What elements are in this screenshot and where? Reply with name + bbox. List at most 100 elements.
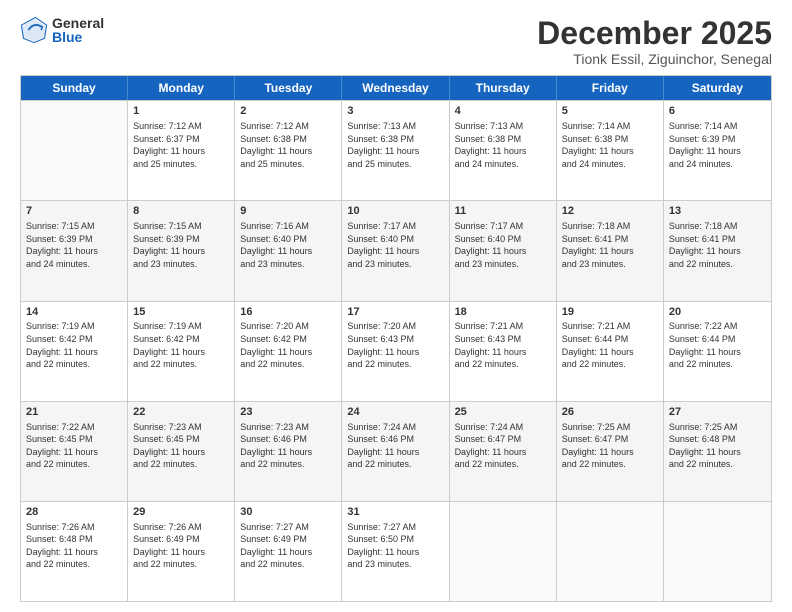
title-block: December 2025 Tionk Essil, Ziguinchor, S… <box>537 16 772 67</box>
day-info: Sunrise: 7:20 AM Sunset: 6:43 PM Dayligh… <box>347 320 443 370</box>
day-number: 12 <box>562 204 658 219</box>
subtitle: Tionk Essil, Ziguinchor, Senegal <box>537 51 772 67</box>
header-day-wednesday: Wednesday <box>342 76 449 100</box>
day-info: Sunrise: 7:17 AM Sunset: 6:40 PM Dayligh… <box>347 220 443 270</box>
main-title: December 2025 <box>537 16 772 51</box>
day-number: 16 <box>240 305 336 320</box>
logo-blue: Blue <box>52 30 104 44</box>
day-cell-16: 16Sunrise: 7:20 AM Sunset: 6:42 PM Dayli… <box>235 302 342 401</box>
day-info: Sunrise: 7:19 AM Sunset: 6:42 PM Dayligh… <box>133 320 229 370</box>
day-cell-27: 27Sunrise: 7:25 AM Sunset: 6:48 PM Dayli… <box>664 402 771 501</box>
day-info: Sunrise: 7:18 AM Sunset: 6:41 PM Dayligh… <box>562 220 658 270</box>
day-cell-3: 3Sunrise: 7:13 AM Sunset: 6:38 PM Daylig… <box>342 101 449 200</box>
calendar-row: 7Sunrise: 7:15 AM Sunset: 6:39 PM Daylig… <box>21 200 771 300</box>
day-number: 21 <box>26 405 122 420</box>
day-info: Sunrise: 7:13 AM Sunset: 6:38 PM Dayligh… <box>347 120 443 170</box>
day-number: 1 <box>133 104 229 119</box>
day-number: 18 <box>455 305 551 320</box>
day-info: Sunrise: 7:24 AM Sunset: 6:46 PM Dayligh… <box>347 421 443 471</box>
day-cell-12: 12Sunrise: 7:18 AM Sunset: 6:41 PM Dayli… <box>557 201 664 300</box>
empty-cell <box>21 101 128 200</box>
day-number: 15 <box>133 305 229 320</box>
day-cell-13: 13Sunrise: 7:18 AM Sunset: 6:41 PM Dayli… <box>664 201 771 300</box>
day-info: Sunrise: 7:21 AM Sunset: 6:44 PM Dayligh… <box>562 320 658 370</box>
day-info: Sunrise: 7:19 AM Sunset: 6:42 PM Dayligh… <box>26 320 122 370</box>
day-cell-20: 20Sunrise: 7:22 AM Sunset: 6:44 PM Dayli… <box>664 302 771 401</box>
day-number: 24 <box>347 405 443 420</box>
day-cell-10: 10Sunrise: 7:17 AM Sunset: 6:40 PM Dayli… <box>342 201 449 300</box>
header-day-sunday: Sunday <box>21 76 128 100</box>
calendar-row: 1Sunrise: 7:12 AM Sunset: 6:37 PM Daylig… <box>21 100 771 200</box>
header: General Blue December 2025 Tionk Essil, … <box>20 16 772 67</box>
day-number: 25 <box>455 405 551 420</box>
day-number: 22 <box>133 405 229 420</box>
day-number: 9 <box>240 204 336 219</box>
day-cell-22: 22Sunrise: 7:23 AM Sunset: 6:45 PM Dayli… <box>128 402 235 501</box>
day-number: 14 <box>26 305 122 320</box>
header-day-thursday: Thursday <box>450 76 557 100</box>
day-cell-19: 19Sunrise: 7:21 AM Sunset: 6:44 PM Dayli… <box>557 302 664 401</box>
day-number: 29 <box>133 505 229 520</box>
day-cell-14: 14Sunrise: 7:19 AM Sunset: 6:42 PM Dayli… <box>21 302 128 401</box>
day-info: Sunrise: 7:16 AM Sunset: 6:40 PM Dayligh… <box>240 220 336 270</box>
day-cell-4: 4Sunrise: 7:13 AM Sunset: 6:38 PM Daylig… <box>450 101 557 200</box>
day-info: Sunrise: 7:20 AM Sunset: 6:42 PM Dayligh… <box>240 320 336 370</box>
day-number: 26 <box>562 405 658 420</box>
day-number: 4 <box>455 104 551 119</box>
day-number: 28 <box>26 505 122 520</box>
day-cell-17: 17Sunrise: 7:20 AM Sunset: 6:43 PM Dayli… <box>342 302 449 401</box>
day-number: 13 <box>669 204 766 219</box>
day-cell-15: 15Sunrise: 7:19 AM Sunset: 6:42 PM Dayli… <box>128 302 235 401</box>
day-cell-31: 31Sunrise: 7:27 AM Sunset: 6:50 PM Dayli… <box>342 502 449 601</box>
empty-cell <box>450 502 557 601</box>
day-info: Sunrise: 7:12 AM Sunset: 6:38 PM Dayligh… <box>240 120 336 170</box>
logo-text: General Blue <box>52 16 104 44</box>
day-number: 6 <box>669 104 766 119</box>
calendar-row: 14Sunrise: 7:19 AM Sunset: 6:42 PM Dayli… <box>21 301 771 401</box>
day-info: Sunrise: 7:22 AM Sunset: 6:45 PM Dayligh… <box>26 421 122 471</box>
day-number: 17 <box>347 305 443 320</box>
calendar-row: 21Sunrise: 7:22 AM Sunset: 6:45 PM Dayli… <box>21 401 771 501</box>
day-info: Sunrise: 7:21 AM Sunset: 6:43 PM Dayligh… <box>455 320 551 370</box>
day-cell-11: 11Sunrise: 7:17 AM Sunset: 6:40 PM Dayli… <box>450 201 557 300</box>
day-info: Sunrise: 7:18 AM Sunset: 6:41 PM Dayligh… <box>669 220 766 270</box>
day-info: Sunrise: 7:24 AM Sunset: 6:47 PM Dayligh… <box>455 421 551 471</box>
day-info: Sunrise: 7:13 AM Sunset: 6:38 PM Dayligh… <box>455 120 551 170</box>
day-cell-1: 1Sunrise: 7:12 AM Sunset: 6:37 PM Daylig… <box>128 101 235 200</box>
day-cell-18: 18Sunrise: 7:21 AM Sunset: 6:43 PM Dayli… <box>450 302 557 401</box>
day-info: Sunrise: 7:26 AM Sunset: 6:49 PM Dayligh… <box>133 521 229 571</box>
day-number: 2 <box>240 104 336 119</box>
day-number: 20 <box>669 305 766 320</box>
day-cell-26: 26Sunrise: 7:25 AM Sunset: 6:47 PM Dayli… <box>557 402 664 501</box>
day-info: Sunrise: 7:17 AM Sunset: 6:40 PM Dayligh… <box>455 220 551 270</box>
day-info: Sunrise: 7:15 AM Sunset: 6:39 PM Dayligh… <box>26 220 122 270</box>
header-day-saturday: Saturday <box>664 76 771 100</box>
day-info: Sunrise: 7:23 AM Sunset: 6:45 PM Dayligh… <box>133 421 229 471</box>
calendar-header: SundayMondayTuesdayWednesdayThursdayFrid… <box>21 76 771 100</box>
header-day-tuesday: Tuesday <box>235 76 342 100</box>
header-day-monday: Monday <box>128 76 235 100</box>
day-info: Sunrise: 7:25 AM Sunset: 6:48 PM Dayligh… <box>669 421 766 471</box>
logo-general: General <box>52 16 104 30</box>
day-number: 11 <box>455 204 551 219</box>
day-info: Sunrise: 7:14 AM Sunset: 6:38 PM Dayligh… <box>562 120 658 170</box>
day-cell-8: 8Sunrise: 7:15 AM Sunset: 6:39 PM Daylig… <box>128 201 235 300</box>
day-cell-6: 6Sunrise: 7:14 AM Sunset: 6:39 PM Daylig… <box>664 101 771 200</box>
day-number: 7 <box>26 204 122 219</box>
calendar: SundayMondayTuesdayWednesdayThursdayFrid… <box>20 75 772 602</box>
day-number: 31 <box>347 505 443 520</box>
day-cell-25: 25Sunrise: 7:24 AM Sunset: 6:47 PM Dayli… <box>450 402 557 501</box>
day-number: 19 <box>562 305 658 320</box>
calendar-body: 1Sunrise: 7:12 AM Sunset: 6:37 PM Daylig… <box>21 100 771 601</box>
page: General Blue December 2025 Tionk Essil, … <box>0 0 792 612</box>
day-cell-28: 28Sunrise: 7:26 AM Sunset: 6:48 PM Dayli… <box>21 502 128 601</box>
logo: General Blue <box>20 16 104 44</box>
day-cell-24: 24Sunrise: 7:24 AM Sunset: 6:46 PM Dayli… <box>342 402 449 501</box>
day-number: 5 <box>562 104 658 119</box>
day-info: Sunrise: 7:14 AM Sunset: 6:39 PM Dayligh… <box>669 120 766 170</box>
day-info: Sunrise: 7:23 AM Sunset: 6:46 PM Dayligh… <box>240 421 336 471</box>
day-number: 10 <box>347 204 443 219</box>
day-number: 23 <box>240 405 336 420</box>
day-info: Sunrise: 7:27 AM Sunset: 6:50 PM Dayligh… <box>347 521 443 571</box>
day-cell-21: 21Sunrise: 7:22 AM Sunset: 6:45 PM Dayli… <box>21 402 128 501</box>
